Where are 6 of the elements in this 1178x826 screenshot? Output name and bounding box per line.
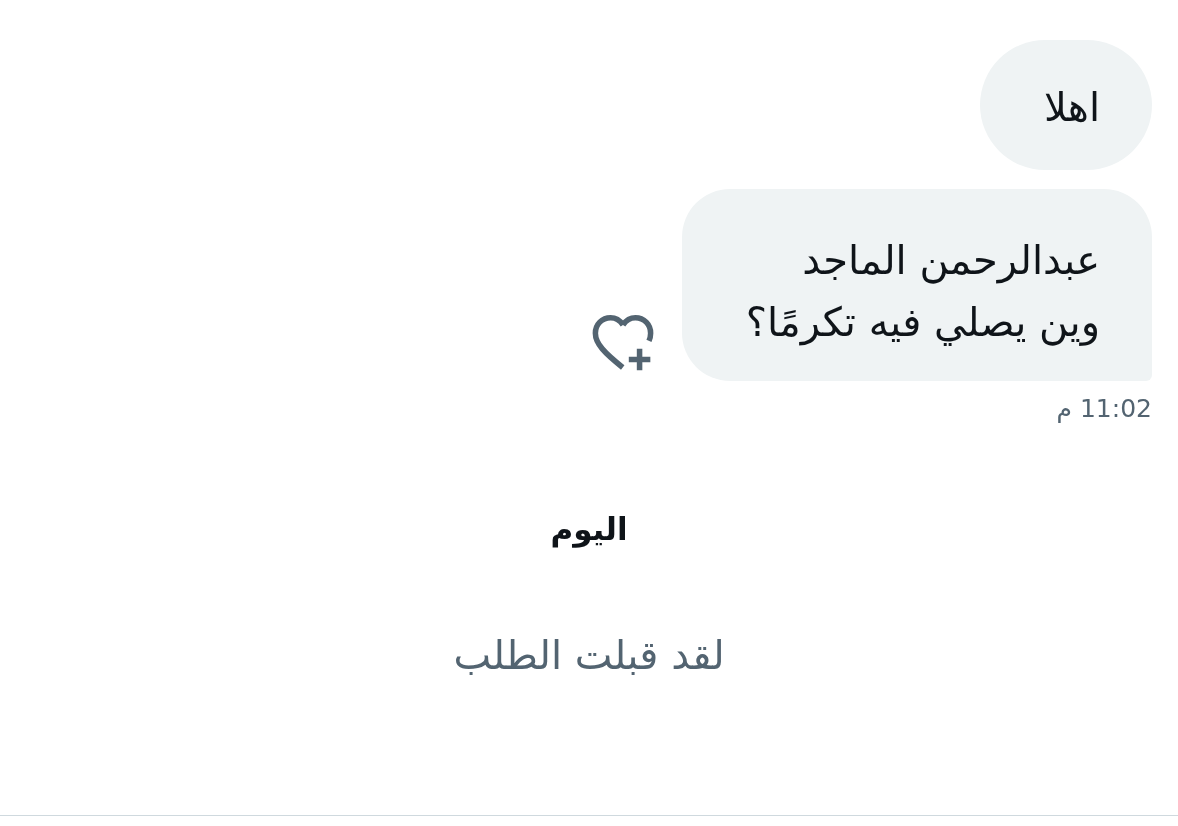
date-separator: اليوم	[550, 510, 628, 549]
message-timestamp: 11:02 م	[1056, 393, 1152, 425]
heart-plus-icon[interactable]	[591, 315, 654, 373]
message-bubble: عبدالرحمن الماجد وين يصلي فيه تكرمًا؟	[681, 189, 1152, 381]
system-message: لقد قبلت الطلب	[453, 631, 725, 680]
message-bubble: اهلا	[979, 40, 1152, 170]
